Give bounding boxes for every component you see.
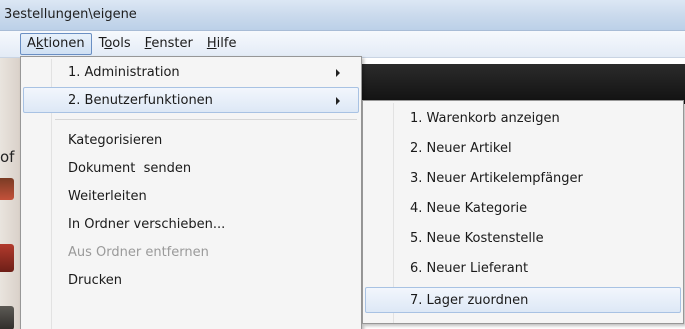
submenu-item-neue-kostenstelle[interactable]: 5. Neue Kostenstelle xyxy=(365,225,681,251)
menu-item-label: Weiterleiten xyxy=(68,189,147,204)
submenu-arrow-icon xyxy=(336,97,340,105)
menu-item-administration[interactable]: 1. Administration xyxy=(23,59,359,85)
menu-hilfe[interactable]: Hilfe xyxy=(200,33,244,55)
background-content: of xyxy=(0,58,22,329)
menu-item-benutzerfunktionen[interactable]: 2. Benutzerfunktionen xyxy=(23,87,359,113)
menu-item-label: 1. Administration xyxy=(68,65,180,80)
menu-item-aus-ordner-entfernen: Aus Ordner entfernen xyxy=(23,239,359,265)
submenu-item-neuer-artikel[interactable]: 2. Neuer Artikel xyxy=(365,135,681,161)
submenu-item-label: 3. Neuer Artikelempfänger xyxy=(410,171,583,186)
menu-hilfe-mnemonic: H xyxy=(206,36,217,51)
menu-bar: Aktionen Tools Fenster Hilfe xyxy=(0,31,685,58)
menu-aktionen-label-end: tionen xyxy=(43,36,85,51)
menu-item-label: Kategorisieren xyxy=(68,133,163,148)
background-text: of xyxy=(0,148,15,166)
menu-fenster[interactable]: Fenster xyxy=(138,33,200,55)
benutzerfunktionen-submenu: 1. Warenkorb anzeigen 2. Neuer Artikel 3… xyxy=(362,100,684,324)
background-thumbnail xyxy=(0,178,14,200)
menu-item-label: Drucken xyxy=(68,273,123,288)
submenu-item-label: 7. Lager zuordnen xyxy=(410,293,529,308)
submenu-item-warenkorb-anzeigen[interactable]: 1. Warenkorb anzeigen xyxy=(365,105,681,131)
background-thumbnail xyxy=(0,244,14,272)
menu-item-label: Dokument senden xyxy=(68,161,192,176)
window-title: 3estellungen\eigene xyxy=(4,7,137,22)
submenu-item-label: 6. Neuer Lieferant xyxy=(410,261,529,276)
menu-aktionen-label-start: A xyxy=(27,36,36,51)
background-dark-banner xyxy=(350,64,685,104)
submenu-item-label: 2. Neuer Artikel xyxy=(410,141,512,156)
menu-fenster-label-end: enster xyxy=(151,36,193,51)
submenu-item-lager-zuordnen[interactable]: 7. Lager zuordnen xyxy=(365,287,681,313)
screen: 3estellungen\eigene Aktionen Tools Fenst… xyxy=(0,0,685,329)
submenu-item-neuer-artikelempfaenger[interactable]: 3. Neuer Artikelempfänger xyxy=(365,165,681,191)
menu-item-dokument-senden[interactable]: Dokument senden xyxy=(23,155,359,181)
submenu-item-label: 4. Neue Kategorie xyxy=(410,201,528,216)
aktionen-dropdown-menu: 1. Administration 2. Benutzerfunktionen … xyxy=(20,56,362,329)
title-bar: 3estellungen\eigene xyxy=(0,0,685,31)
submenu-item-neuer-lieferant[interactable]: 6. Neuer Lieferant xyxy=(365,255,681,281)
menu-separator xyxy=(55,119,357,120)
submenu-arrow-icon xyxy=(336,69,340,77)
menu-item-kategorisieren[interactable]: Kategorisieren xyxy=(23,127,359,153)
menu-item-weiterleiten[interactable]: Weiterleiten xyxy=(23,183,359,209)
background-thumbnail xyxy=(0,306,14,329)
submenu-item-label: 5. Neue Kostenstelle xyxy=(410,231,544,246)
menu-item-drucken[interactable]: Drucken xyxy=(23,267,359,293)
menu-tools[interactable]: Tools xyxy=(92,33,138,55)
menu-aktionen[interactable]: Aktionen xyxy=(20,33,92,55)
menu-item-in-ordner-verschieben[interactable]: In Ordner verschieben... xyxy=(23,211,359,237)
menu-item-label: Aus Ordner entfernen xyxy=(68,245,209,260)
menu-hilfe-label-end: ilfe xyxy=(216,36,237,51)
submenu-item-label: 1. Warenkorb anzeigen xyxy=(410,111,560,126)
menu-item-label: 2. Benutzerfunktionen xyxy=(68,93,213,108)
menu-tools-label-end: ols xyxy=(112,36,131,51)
submenu-item-neue-kategorie[interactable]: 4. Neue Kategorie xyxy=(365,195,681,221)
menu-item-label: In Ordner verschieben... xyxy=(68,217,226,232)
